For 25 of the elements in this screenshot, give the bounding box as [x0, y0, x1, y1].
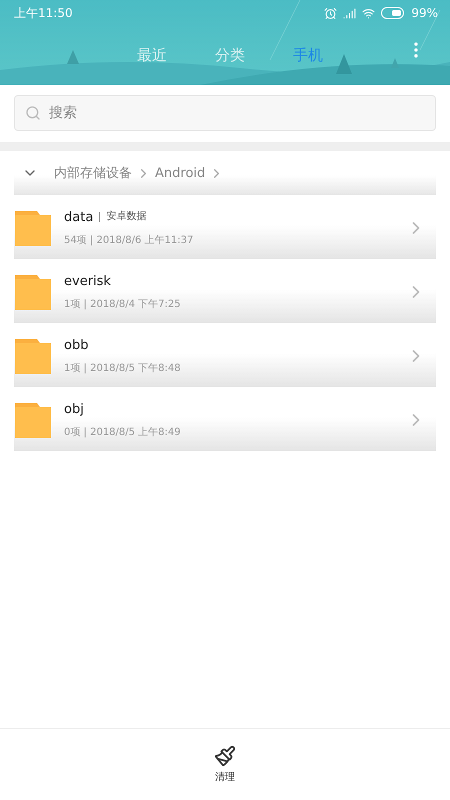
folder-name: data — [64, 210, 94, 224]
battery-icon — [381, 7, 406, 19]
search-field[interactable]: 搜索 — [14, 95, 436, 131]
breadcrumb-item[interactable]: 内部存储设备 — [54, 164, 132, 182]
search-icon — [25, 105, 41, 121]
folder-meta: 1项 | 2018/8/4 下午7:25 — [64, 298, 182, 310]
folder-meta: 54项 | 2018/8/6 上午11:37 — [64, 234, 194, 246]
folder-icon — [14, 273, 52, 311]
folder-name: obb — [64, 338, 88, 352]
breadcrumb-item[interactable]: Android — [155, 166, 206, 180]
clean-button[interactable]: 清理 — [214, 745, 236, 784]
folder-note: 安卓数据 — [99, 212, 146, 222]
folder-name: everisk — [64, 274, 111, 288]
folder-meta: 1项 | 2018/8/5 下午8:48 — [64, 362, 182, 374]
folder-icon — [14, 337, 52, 375]
wifi-icon — [362, 6, 376, 20]
folder-icon — [14, 209, 52, 247]
battery-level: 99% — [411, 6, 438, 20]
brush-icon — [214, 745, 236, 767]
folder-icon — [14, 401, 52, 439]
folder-name: obj — [64, 402, 84, 416]
status-time: 上午11:50 — [14, 4, 73, 22]
alarm-icon — [324, 6, 338, 20]
folder-meta: 0项 | 2018/8/5 上午8:49 — [64, 426, 182, 438]
signal-icon — [343, 6, 356, 20]
